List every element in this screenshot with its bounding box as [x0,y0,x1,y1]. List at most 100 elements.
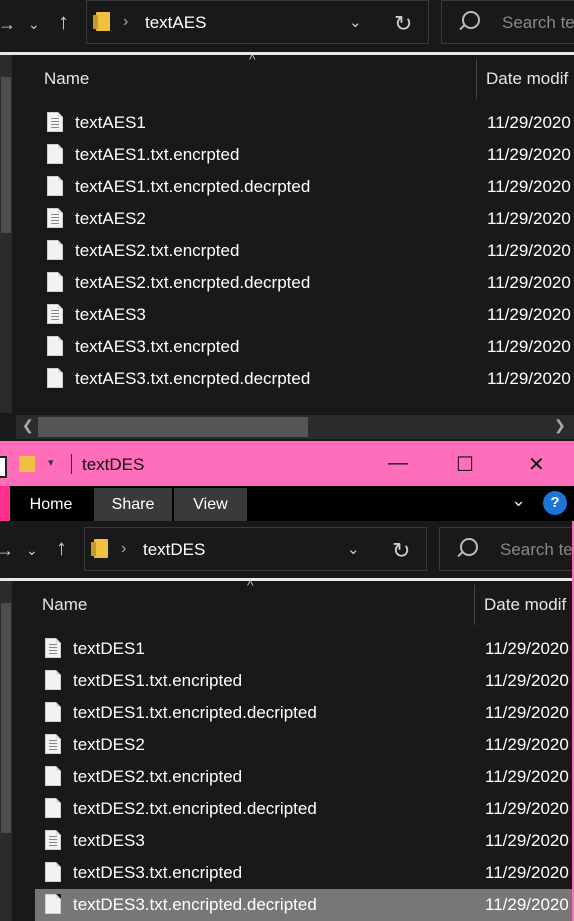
vertical-scrollbar[interactable] [0,581,12,921]
breadcrumb-chevron-icon[interactable]: › [121,540,126,558]
file-date-modified: 11/29/2020 [487,241,571,260]
file-row[interactable]: textAES3 11/29/2020 [37,299,574,331]
file-name[interactable]: textDES2.txt.encripted [73,767,242,787]
address-dropdown-icon[interactable]: ⌄ [347,540,360,558]
breadcrumb-chevron-icon[interactable]: › [123,13,128,31]
expand-ribbon-chevron-icon[interactable]: ⌄ [511,490,526,511]
breadcrumb-folder[interactable]: textAES [145,13,206,33]
new-folder-icon[interactable] [19,456,35,472]
tab-home[interactable]: Home [10,488,92,521]
horizontal-scrollbar[interactable]: ❮ ❯ [16,415,574,439]
file-name[interactable]: textAES1 [75,113,146,133]
close-icon[interactable]: ✕ [528,452,545,477]
file-row[interactable]: textDES1.txt.encripted 11/29/2020 [35,665,574,697]
search-placeholder: Search te [500,540,573,559]
up-arrow-icon[interactable]: ↑ [58,11,69,33]
column-divider[interactable] [476,59,477,99]
search-box[interactable]: Search te [441,0,574,44]
vertical-scrollbar[interactable] [0,55,12,413]
title-separator [71,454,72,474]
file-row[interactable]: textDES1 11/29/2020 [35,633,574,665]
file-row[interactable]: textAES2.txt.encrpted 11/29/2020 [37,235,574,267]
file-date-modified: 11/29/2020 [485,799,569,818]
file-date-modified: 11/29/2020 [487,305,571,324]
file-row[interactable]: textDES2.txt.encripted.decripted 11/29/20… [35,793,574,825]
refresh-icon[interactable]: ↻ [394,11,412,37]
file-row[interactable]: textDES1.txt.encripted.decripted 11/29/20… [35,697,574,729]
file-row[interactable]: textAES3.txt.encrpted.decrpted 11/29/2020 [37,363,574,395]
file-name[interactable]: textAES1.txt.encrpted [75,145,239,165]
blank-file-icon [47,272,63,292]
des-explorer-window: ▾ textDES — ☐ ✕ Home Share View ⌄ ? → ⌄ … [0,441,574,921]
file-row[interactable]: textAES3.txt.encrpted 11/29/2020 [37,331,574,363]
file-date-modified: 11/29/2020 [487,113,571,132]
file-row[interactable]: textAES1 11/29/2020 [37,107,574,139]
file-row[interactable]: textDES3.txt.encripted 11/29/2020 [35,857,574,889]
blank-file-icon [45,702,61,722]
file-name[interactable]: textDES2 [73,735,145,755]
address-bar[interactable]: › textAES ⌄ ↻ [86,0,429,44]
file-name[interactable]: textAES2.txt.encrpted.decrpted [75,273,310,293]
text-document-icon [45,734,61,754]
file-name[interactable]: textAES2 [75,209,146,229]
file-name[interactable]: textDES1 [73,639,145,659]
blank-file-icon [45,862,61,882]
file-name[interactable]: textAES3.txt.encrpted [75,337,239,357]
forward-arrow-icon[interactable]: → [0,541,14,559]
blank-file-icon [47,176,63,196]
tab-share[interactable]: Share [94,488,172,521]
file-name[interactable]: textDES3.txt.encripted.decripted [73,895,317,915]
up-arrow-icon[interactable]: ↑ [56,537,67,559]
file-name[interactable]: textDES2.txt.encripted.decripted [73,799,317,819]
search-box[interactable]: Search te [439,527,574,571]
file-name[interactable]: textDES3 [73,831,145,851]
file-row[interactable]: textAES2 11/29/2020 [37,203,574,235]
help-icon[interactable]: ? [543,491,567,515]
quick-access-dropdown-icon[interactable]: ▾ [48,456,54,469]
column-header-date[interactable]: Date modif [484,595,566,615]
file-row[interactable]: textAES1.txt.encrpted 11/29/2020 [37,139,574,171]
recent-locations-chevron-icon[interactable]: ⌄ [28,15,40,33]
file-name[interactable]: textDES1.txt.encripted [73,671,242,691]
vertical-scrollbar-thumb[interactable] [1,77,11,233]
file-row[interactable]: textDES2.txt.encripted 11/29/2020 [35,761,574,793]
file-name[interactable]: textDES1.txt.encripted.decripted [73,703,317,723]
file-name[interactable]: textAES3.txt.encrpted.decrpted [75,369,310,389]
file-date-modified: 11/29/2020 [485,639,569,658]
file-row[interactable]: textDES3 11/29/2020 [35,825,574,857]
recent-locations-chevron-icon[interactable]: ⌄ [26,541,38,559]
file-list-pane: ^ Name Date modif textDES1 11/29/2020 text… [0,577,574,921]
file-row[interactable]: textDES3.txt.encripted.decripted 11/29/20… [35,889,574,921]
maximize-icon[interactable]: ☐ [456,452,474,477]
file-row[interactable]: textAES2.txt.encrpted.decrpted 11/29/2020 [37,267,574,299]
properties-icon[interactable] [0,456,7,478]
file-date-modified: 11/29/2020 [485,863,569,882]
file-tab-accent[interactable] [0,486,10,521]
file-name[interactable]: textAES2.txt.encrpted [75,241,239,261]
file-row[interactable]: textAES1.txt.encrpted.decrpted 11/29/2020 [37,171,574,203]
title-bar[interactable]: ▾ textDES — ☐ ✕ [0,441,574,486]
forward-arrow-icon[interactable]: → [0,15,16,33]
minimize-icon[interactable]: — [388,452,408,475]
refresh-icon[interactable]: ↻ [392,538,410,564]
column-header-date[interactable]: Date modif [486,69,568,89]
file-name[interactable]: textAES1.txt.encrpted.decrpted [75,177,310,197]
column-header-name[interactable]: Name [42,595,87,615]
column-divider[interactable] [474,585,475,625]
text-document-icon [47,112,63,132]
tab-view[interactable]: View [174,488,247,521]
file-row[interactable]: textDES2 11/29/2020 [35,729,574,761]
scroll-left-icon[interactable]: ❮ [22,417,34,434]
file-date-modified: 11/29/2020 [485,895,569,914]
file-date-modified: 11/29/2020 [487,273,571,292]
address-bar[interactable]: › textDES ⌄ ↻ [84,527,427,571]
vertical-scrollbar-thumb[interactable] [1,603,11,833]
file-date-modified: 11/29/2020 [487,337,571,356]
file-name[interactable]: textDES3.txt.encripted [73,863,242,883]
address-dropdown-icon[interactable]: ⌄ [349,13,362,31]
horizontal-scrollbar-thumb[interactable] [38,417,308,437]
column-header-name[interactable]: Name [44,69,89,89]
file-name[interactable]: textAES3 [75,305,146,325]
breadcrumb-folder[interactable]: textDES [143,540,205,560]
scroll-right-icon[interactable]: ❯ [554,417,566,434]
